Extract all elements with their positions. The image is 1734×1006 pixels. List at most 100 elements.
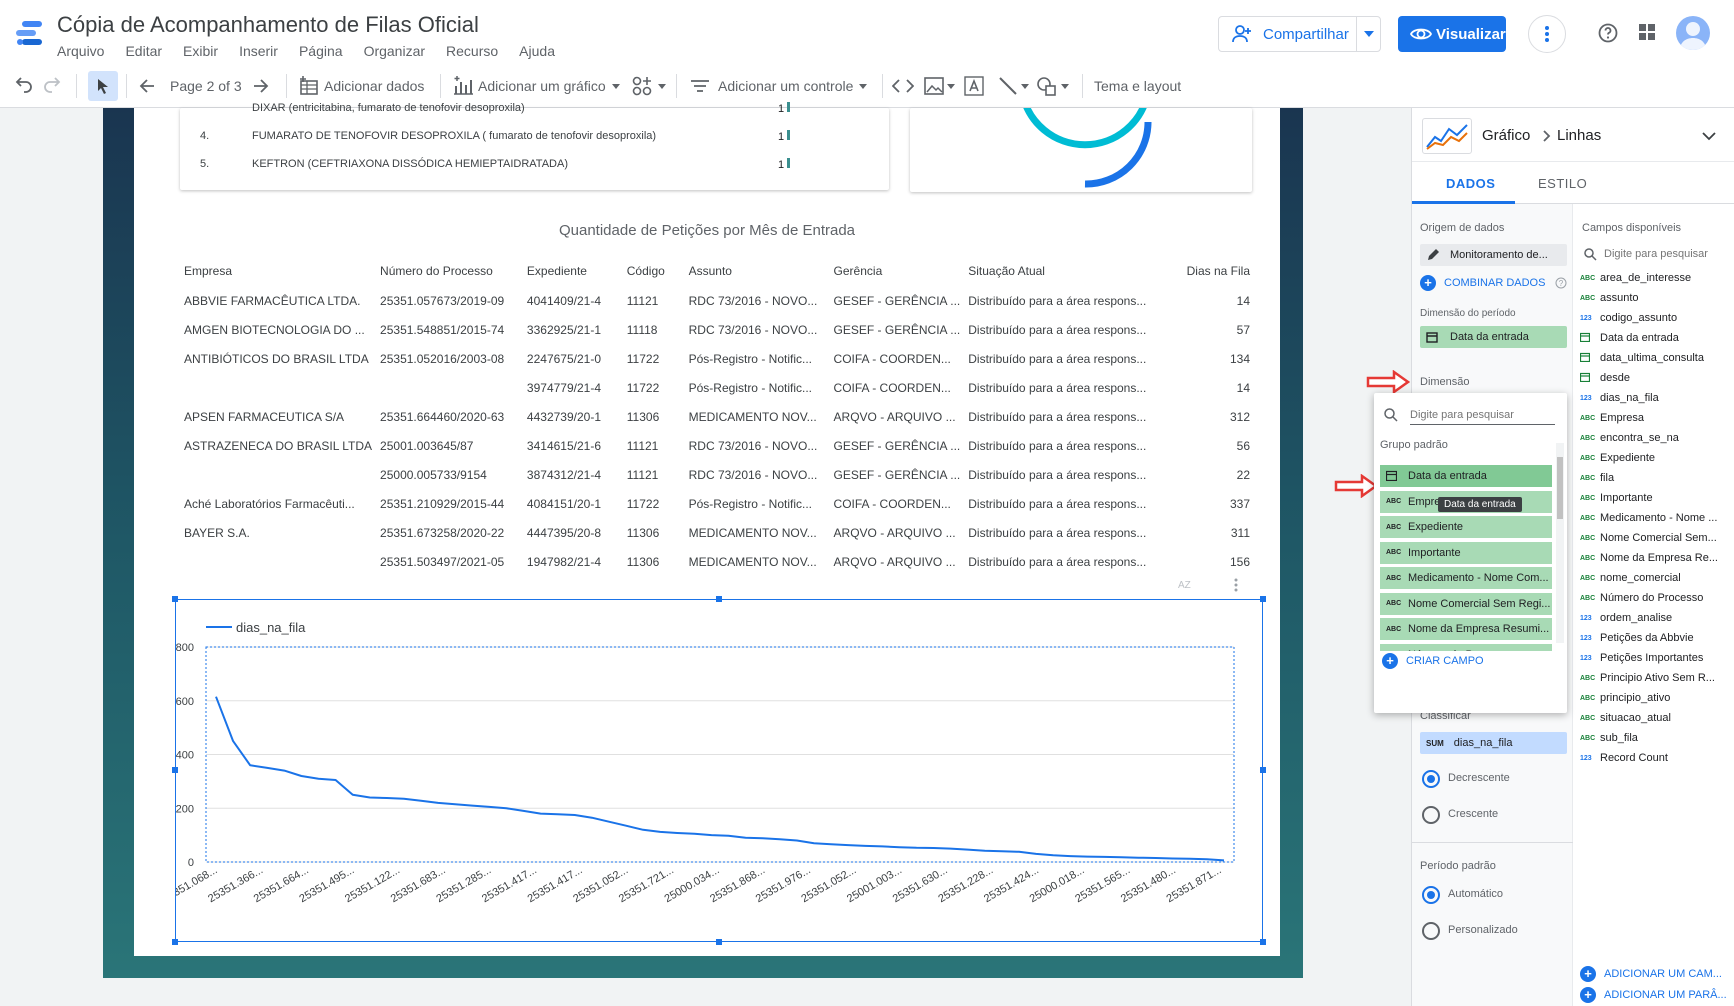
- undo-icon[interactable]: [14, 74, 34, 98]
- field-item[interactable]: ABC sub_fila: [1580, 732, 1638, 744]
- field-item[interactable]: Data da entrada: [1579, 332, 1679, 344]
- table-row[interactable]: ASTRAZENECA DO BRASIL LTDA 25001.003645/8…: [176, 431, 1260, 460]
- add-control-button[interactable]: Adicionar um controle: [690, 74, 868, 98]
- col-header-situacao[interactable]: Situação Atual: [960, 256, 1178, 286]
- component-menu-button[interactable]: [632, 74, 666, 98]
- redo-icon[interactable]: [42, 74, 62, 98]
- field-item[interactable]: ABC Medicamento - Nome ...: [1580, 512, 1717, 524]
- field-item[interactable]: ABC assunto: [1580, 292, 1639, 304]
- dimension-option[interactable]: Data da entrada: [1380, 465, 1552, 487]
- field-item[interactable]: 123 ordem_analise: [1580, 612, 1672, 624]
- col-header-dias[interactable]: Dias na Fila: [1178, 256, 1260, 286]
- add-parameter-button[interactable]: + ADICIONAR UM PARÂ...: [1580, 987, 1727, 1003]
- field-item[interactable]: ABC fila: [1580, 472, 1614, 484]
- dimension-option[interactable]: ABCNúmero do Processo: [1380, 643, 1552, 651]
- dimension-option[interactable]: ABC Medicamento - Nome Com...: [1380, 567, 1552, 589]
- data-source-chip[interactable]: Monitoramento de...: [1420, 244, 1567, 266]
- create-field-button[interactable]: + CRIAR CAMPO: [1382, 653, 1484, 669]
- blend-data-button[interactable]: + COMBINAR DADOS ?: [1420, 275, 1567, 291]
- document-title[interactable]: Cópia de Acompanhamento de Filas Oficial: [57, 12, 479, 38]
- line-chart-container[interactable]: dias_na_fila 0 200 400 600 800 25351.068... 253…: [161, 599, 1263, 942]
- table-row[interactable]: ABBVIE FARMACÊUTICA LTDA. 25351.057673/20…: [176, 286, 1260, 315]
- table-row[interactable]: AMGEN BIOTECNOLOGIA DO ... 25351.548851/2…: [176, 315, 1260, 344]
- add-field-button[interactable]: + ADICIONAR UM CAM...: [1580, 966, 1722, 982]
- col-header-codigo[interactable]: Código: [619, 256, 681, 286]
- select-tool[interactable]: [88, 71, 118, 101]
- menu-inserir[interactable]: Inserir: [239, 43, 278, 59]
- field-item[interactable]: ABC situacao_atual: [1580, 712, 1671, 724]
- fields-search-input[interactable]: [1604, 244, 1728, 264]
- add-chart-button[interactable]: Adicionar um gráfico: [452, 74, 620, 98]
- field-item[interactable]: ABC Número do Processo: [1580, 592, 1703, 604]
- resize-handle-bottom-right[interactable]: [1260, 939, 1266, 945]
- view-button[interactable]: Visualizar: [1398, 16, 1506, 52]
- dimension-option[interactable]: ABC Nome da Empresa Resumi...: [1380, 618, 1552, 640]
- table-row[interactable]: APSEN FARMACEUTICA S/A 25351.664460/2020-…: [176, 402, 1260, 431]
- dimension-option[interactable]: ABC Nome Comercial Sem Regi...: [1380, 592, 1552, 615]
- field-item[interactable]: data_ultima_consulta: [1579, 352, 1704, 364]
- field-item[interactable]: ABC principio_ativo: [1580, 692, 1670, 704]
- resize-handle-left[interactable]: [172, 767, 178, 773]
- donut-chart-card[interactable]: [910, 108, 1252, 192]
- menu-organizar[interactable]: Organizar: [364, 43, 425, 59]
- embed-code-icon[interactable]: [892, 74, 914, 98]
- date-dimension-chip[interactable]: Data da entrada: [1420, 326, 1567, 348]
- resize-handle-top-right[interactable]: [1260, 596, 1266, 602]
- field-item[interactable]: 123 Petições da Abbvie: [1580, 632, 1694, 644]
- line-tool-button[interactable]: [998, 74, 1029, 98]
- text-box-icon[interactable]: [964, 74, 984, 98]
- table-row[interactable]: BAYER S.A. 25351.673258/2020-22 4447395/20…: [176, 518, 1260, 547]
- resize-handle-bottom[interactable]: [716, 939, 722, 945]
- theme-layout-button[interactable]: Tema e layout: [1094, 74, 1181, 98]
- period-custom-radio[interactable]: [1422, 922, 1440, 940]
- field-item[interactable]: ABC Expediente: [1580, 452, 1655, 464]
- col-header-processo[interactable]: Número do Processo: [372, 256, 519, 286]
- menu-pagina[interactable]: Página: [299, 43, 343, 59]
- table-row[interactable]: 3974779/21-4 11722 Pós-Registro - Notific.…: [176, 373, 1260, 402]
- field-item[interactable]: ABC Nome da Empresa Re...: [1580, 552, 1718, 564]
- tab-data[interactable]: DADOS: [1446, 176, 1495, 191]
- field-item[interactable]: 123 Record Count: [1580, 752, 1668, 764]
- ranking-card[interactable]: DIXAR (entricitabina, fumarato de tenofo…: [180, 102, 889, 190]
- field-item[interactable]: ABC encontra_se_na: [1580, 432, 1679, 444]
- sort-metric-chip[interactable]: SUM dias_na_fila: [1420, 732, 1567, 754]
- table-sort-icon[interactable]: AZ: [1178, 580, 1191, 591]
- dropdown-scrollbar[interactable]: [1556, 443, 1564, 643]
- field-item[interactable]: desde: [1579, 372, 1630, 384]
- shape-tool-button[interactable]: [1036, 74, 1069, 98]
- next-page-icon[interactable]: [252, 74, 270, 98]
- field-item[interactable]: ABC Principio Ativo Sem R...: [1580, 672, 1715, 684]
- field-item[interactable]: ABC nome_comercial: [1580, 572, 1681, 584]
- field-item[interactable]: 123 Petições Importantes: [1580, 652, 1703, 664]
- period-auto-radio[interactable]: [1422, 886, 1440, 904]
- chevron-down-icon[interactable]: [1702, 132, 1716, 141]
- field-item[interactable]: ABC Importante: [1580, 492, 1653, 504]
- field-item[interactable]: 123 dias_na_fila: [1580, 392, 1659, 404]
- share-button[interactable]: Compartilhar: [1218, 16, 1381, 52]
- tab-style[interactable]: ESTILO: [1538, 176, 1587, 191]
- share-dropdown-toggle[interactable]: [1356, 17, 1380, 51]
- menu-editar[interactable]: Editar: [125, 43, 162, 59]
- table-row[interactable]: 25000.005733/9154 3874312/21-4 11121 RDC 73…: [176, 460, 1260, 489]
- petitions-table[interactable]: Empresa Número do Processo Expediente Có…: [176, 256, 1260, 576]
- dropdown-scroll-thumb[interactable]: [1557, 457, 1563, 519]
- col-header-empresa[interactable]: Empresa: [176, 256, 372, 286]
- menu-exibir[interactable]: Exibir: [183, 43, 218, 59]
- page-indicator[interactable]: Page 2 of 3: [170, 74, 242, 98]
- image-button[interactable]: [924, 74, 955, 98]
- apps-grid-icon[interactable]: [1638, 23, 1656, 41]
- field-item[interactable]: 123 codigo_assunto: [1580, 312, 1677, 324]
- help-small-icon[interactable]: ?: [1555, 277, 1567, 289]
- resize-handle-top-left[interactable]: [172, 596, 178, 602]
- field-item[interactable]: ABC Nome Comercial Sem...: [1580, 532, 1717, 544]
- table-row[interactable]: Aché Laboratórios Farmacêuti... 25351.210…: [176, 489, 1260, 518]
- resize-handle-bottom-left[interactable]: [172, 939, 178, 945]
- field-item[interactable]: ABC Empresa: [1580, 412, 1644, 424]
- help-icon[interactable]: [1598, 23, 1618, 43]
- chart-type-selector[interactable]: Gráfico Linhas: [1412, 108, 1734, 162]
- dimension-option[interactable]: ABC Importante: [1380, 541, 1552, 564]
- menu-arquivo[interactable]: Arquivo: [57, 43, 104, 59]
- menu-ajuda[interactable]: Ajuda: [519, 43, 555, 59]
- add-data-button[interactable]: Adicionar dados: [298, 74, 424, 98]
- sort-asc-radio[interactable]: [1422, 806, 1440, 824]
